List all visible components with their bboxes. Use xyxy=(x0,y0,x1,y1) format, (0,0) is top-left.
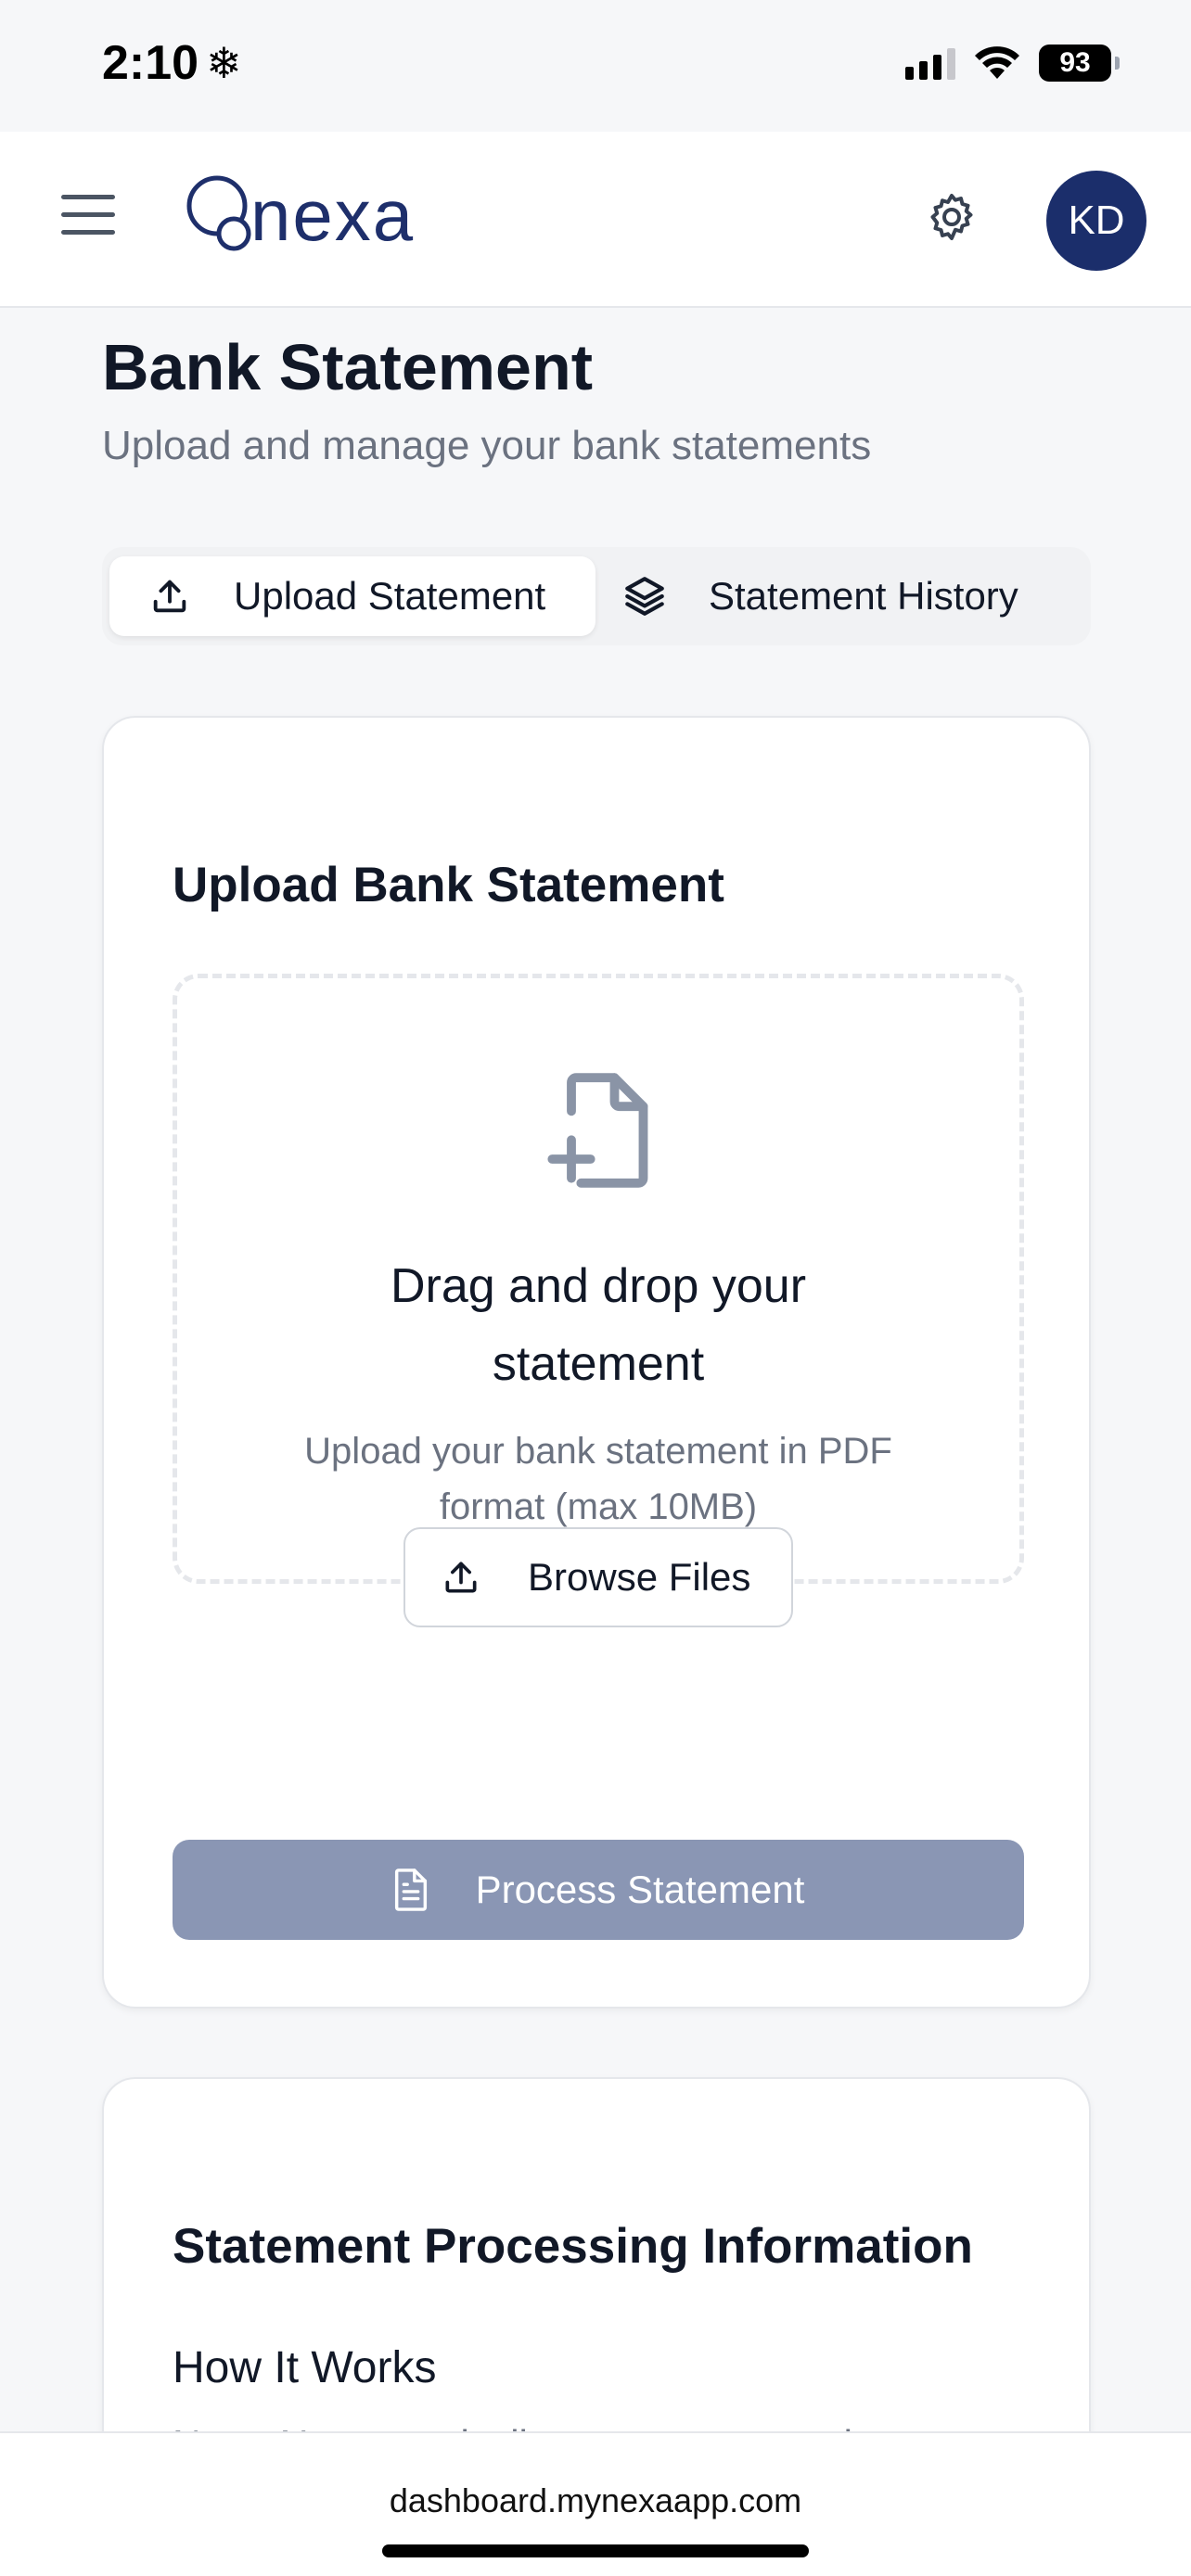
document-icon xyxy=(394,1868,427,1911)
user-avatar[interactable]: KD xyxy=(1046,171,1146,271)
status-time-text: 2:10 xyxy=(102,36,199,90)
home-indicator xyxy=(382,2544,809,2557)
app-header: nexa KD xyxy=(0,132,1191,308)
browser-address-bar[interactable]: dashboard.mynexaapp.com xyxy=(0,2431,1191,2576)
status-bar: 2:10 ❄ 93 xyxy=(0,0,1191,132)
dropzone-title-line2: statement xyxy=(492,1337,705,1391)
battery-icon: 93 xyxy=(1039,45,1120,82)
battery-level: 93 xyxy=(1059,47,1091,78)
file-dropzone[interactable]: Drag and drop your statement Upload your… xyxy=(173,974,1024,1627)
tab-statement-history[interactable]: Statement History xyxy=(621,556,1085,636)
tab-upload-statement[interactable]: Upload Statement xyxy=(109,556,596,636)
page-title: Bank Statement xyxy=(102,331,594,403)
browse-files-label: Browse Files xyxy=(528,1555,751,1599)
snowflake-icon: ❄ xyxy=(206,39,242,87)
logo-circles-icon xyxy=(186,175,251,251)
avatar-initials: KD xyxy=(1068,198,1125,243)
tab-upload-label: Upload Statement xyxy=(234,574,546,618)
settings-button[interactable] xyxy=(924,189,980,245)
hamburger-menu-icon[interactable] xyxy=(61,195,115,239)
upload-card: Upload Bank Statement Drag and drop your… xyxy=(102,716,1091,2009)
dropzone-hint: Upload your bank statement in PDF format… xyxy=(177,1423,1019,1535)
process-statement-label: Process Statement xyxy=(475,1868,805,1911)
cellular-signal-icon xyxy=(905,46,955,80)
page-subtitle: Upload and manage your bank statements xyxy=(102,423,872,468)
process-statement-button[interactable]: Process Statement xyxy=(173,1840,1024,1940)
upload-card-title: Upload Bank Statement xyxy=(173,858,724,912)
wifi-icon xyxy=(975,46,1019,79)
how-it-works-heading: How It Works xyxy=(173,2343,437,2392)
logo-text: nexa xyxy=(250,173,416,256)
status-indicators: 93 xyxy=(905,45,1120,82)
dropzone-title-line1: Drag and drop your xyxy=(390,1259,807,1313)
file-plus-icon xyxy=(547,1073,648,1188)
tab-history-label: Statement History xyxy=(709,574,1018,618)
info-card-title: Statement Processing Information xyxy=(173,2219,973,2274)
layers-icon xyxy=(625,577,664,616)
dropzone-hint-line1: Upload your bank statement in PDF xyxy=(304,1431,892,1472)
nexa-logo[interactable]: nexa xyxy=(182,169,415,261)
dropzone-title: Drag and drop your statement xyxy=(177,1247,1019,1403)
browse-files-button[interactable]: Browse Files xyxy=(403,1527,793,1627)
status-time: 2:10 ❄ xyxy=(102,35,242,91)
gear-icon xyxy=(930,194,973,240)
dropzone-hint-line2: format (max 10MB) xyxy=(439,1486,758,1527)
statement-tabs: Upload Statement Statement History xyxy=(102,547,1091,645)
upload-icon xyxy=(153,580,186,613)
url-text[interactable]: dashboard.mynexaapp.com xyxy=(0,2481,1191,2520)
upload-icon xyxy=(445,1562,477,1593)
